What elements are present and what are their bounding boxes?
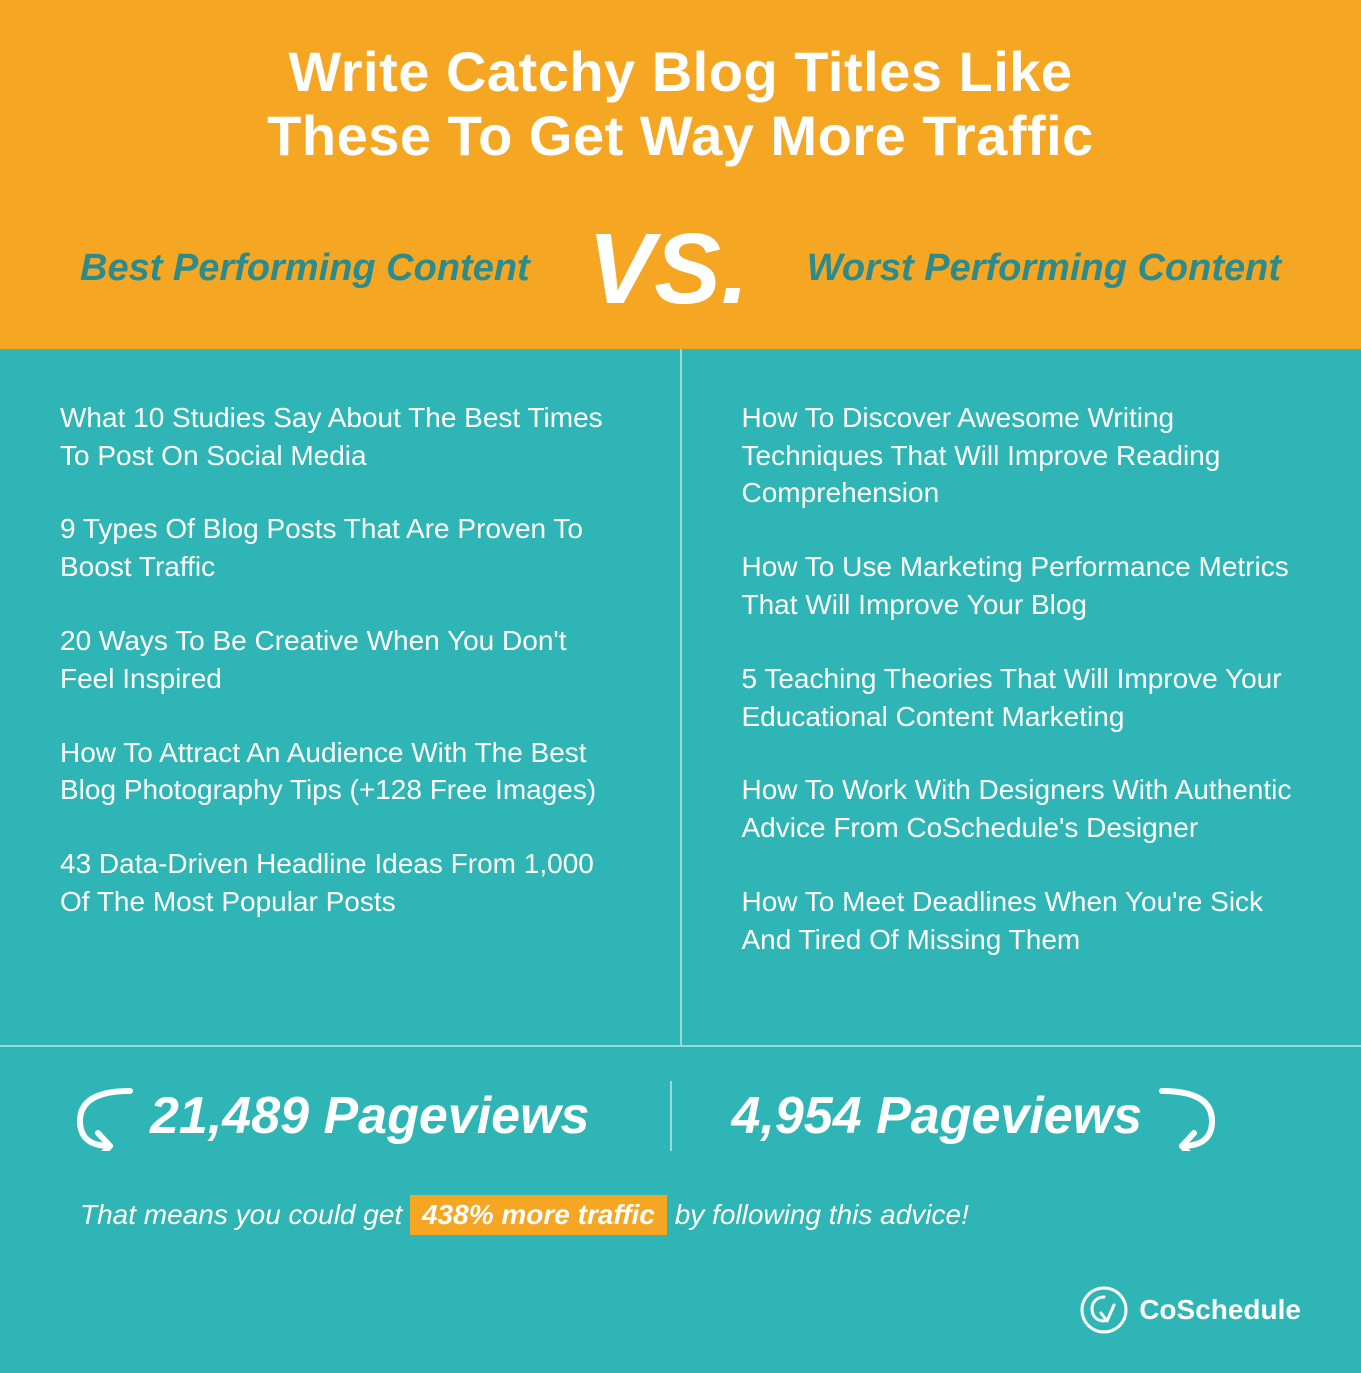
footer-text-before: That means you could get	[80, 1199, 402, 1230]
best-performing-label: Best Performing Content	[80, 247, 530, 290]
main-content: What 10 Studies Say About The Best Times…	[0, 349, 1361, 1045]
best-item-5: 43 Data-Driven Headline Ideas From 1,000…	[60, 845, 620, 921]
arrow-right-icon	[1152, 1081, 1232, 1151]
best-pageviews-number: 21,489 Pageviews	[150, 1086, 589, 1146]
best-performing-column: What 10 Studies Say About The Best Times…	[0, 349, 682, 1045]
best-item-1: What 10 Studies Say About The Best Times…	[60, 399, 620, 475]
header-section: Write Catchy Blog Titles Like These To G…	[0, 0, 1361, 199]
footer-text-after: by following this advice!	[675, 1199, 969, 1230]
worst-pageviews-number: 4,954 Pageviews	[732, 1086, 1143, 1146]
best-item-2: 9 Types Of Blog Posts That Are Proven To…	[60, 510, 620, 586]
arrow-left-icon	[60, 1081, 140, 1151]
worst-item-1: How To Discover Awesome Writing Techniqu…	[742, 399, 1302, 512]
footer-text: That means you could get 438% more traff…	[80, 1195, 969, 1235]
footer-section: That means you could get 438% more traff…	[0, 1185, 1361, 1275]
worst-item-4: How To Work With Designers With Authenti…	[742, 771, 1302, 847]
worst-performing-label: Worst Performing Content	[807, 247, 1281, 290]
pageviews-section: 21,489 Pageviews 4,954 Pageviews	[0, 1045, 1361, 1185]
logo-area: CoSchedule	[0, 1275, 1361, 1365]
vs-section: Best Performing Content VS. Worst Perfor…	[0, 199, 1361, 349]
worst-performing-column: How To Discover Awesome Writing Techniqu…	[682, 349, 1361, 1045]
title-line1: Write Catchy Blog Titles Like	[288, 40, 1072, 103]
best-item-3: 20 Ways To Be Creative When You Don't Fe…	[60, 622, 620, 698]
footer-highlight: 438% more traffic	[410, 1195, 667, 1235]
logo-text: CoSchedule	[1139, 1294, 1301, 1326]
coschedule-logo-icon	[1079, 1285, 1129, 1335]
title-line2: These To Get Way More Traffic	[267, 104, 1094, 167]
best-pageviews: 21,489 Pageviews	[60, 1081, 672, 1151]
best-item-4: How To Attract An Audience With The Best…	[60, 734, 620, 810]
main-title: Write Catchy Blog Titles Like These To G…	[60, 40, 1301, 169]
worst-item-5: How To Meet Deadlines When You're Sick A…	[742, 883, 1302, 959]
worst-item-2: How To Use Marketing Performance Metrics…	[742, 548, 1302, 624]
worst-item-3: 5 Teaching Theories That Will Improve Yo…	[742, 660, 1302, 736]
worst-pageviews: 4,954 Pageviews	[672, 1081, 1302, 1151]
vs-text: VS.	[588, 219, 749, 319]
